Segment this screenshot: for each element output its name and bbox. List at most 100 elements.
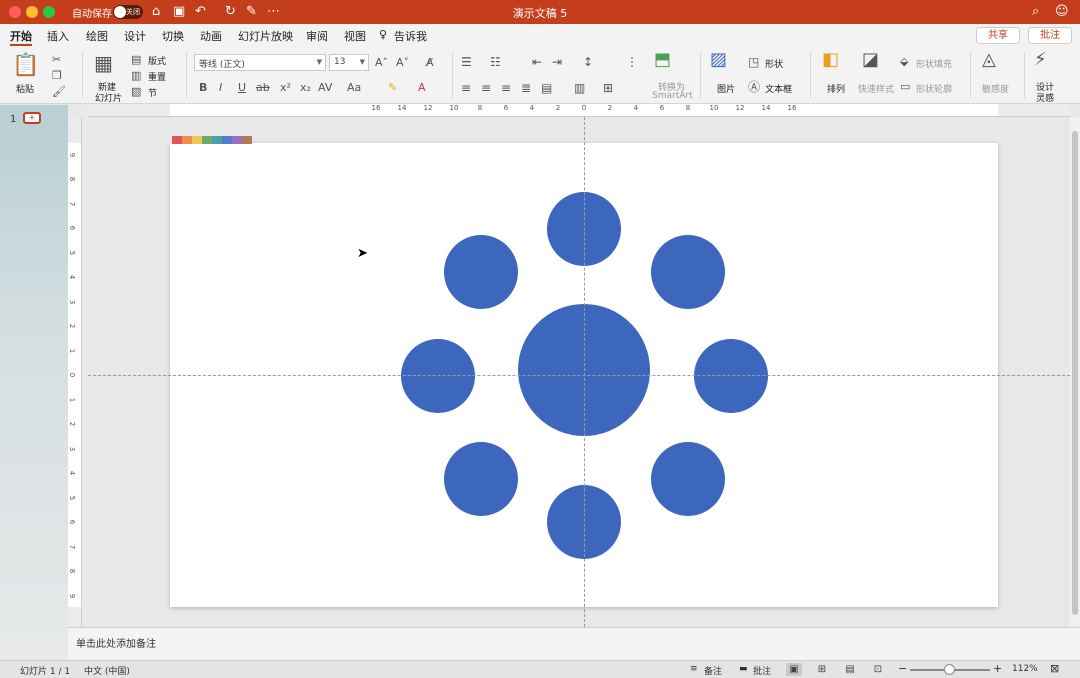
notes-icon[interactable]: ≡: [690, 664, 698, 674]
arrange-label[interactable]: 排列: [827, 82, 845, 95]
close-window-button[interactable]: [9, 6, 21, 18]
picture-label[interactable]: 图片: [717, 82, 735, 95]
textbox-icon[interactable]: Ⓐ: [748, 79, 760, 95]
strikethrough-icon[interactable]: ab: [256, 80, 270, 96]
align-right-icon[interactable]: ≡: [501, 80, 511, 96]
tab-slideshow[interactable]: 幻灯片放映: [238, 28, 293, 44]
sensitivity-icon[interactable]: ◬: [982, 51, 996, 69]
tab-tell-me[interactable]: 告诉我: [394, 28, 427, 44]
new-slide-label-2[interactable]: 幻灯片: [95, 91, 122, 104]
picture-icon[interactable]: ▨: [710, 51, 727, 69]
designer-icon[interactable]: ⚡: [1034, 51, 1047, 69]
share-button[interactable]: 共享: [976, 27, 1020, 44]
line-spacing-icon[interactable]: ↕: [583, 54, 593, 70]
bullets-icon[interactable]: ☰: [461, 54, 472, 70]
shape-label[interactable]: 形状: [765, 57, 783, 70]
layout-label[interactable]: 版式: [148, 54, 166, 67]
paste-label[interactable]: 粘贴: [16, 82, 34, 95]
tab-view[interactable]: 视图: [344, 28, 366, 44]
outline-icon[interactable]: ▭: [900, 79, 910, 95]
smartart-icon[interactable]: ⬒: [654, 51, 671, 69]
bold-icon[interactable]: B: [199, 80, 207, 96]
zoom-level[interactable]: 112%: [1012, 664, 1038, 674]
font-size-select[interactable]: 13 ▼: [329, 54, 369, 71]
text-direction-icon[interactable]: ⊞: [603, 80, 613, 96]
reset-icon[interactable]: ▥: [131, 68, 141, 84]
tab-review[interactable]: 审阅: [306, 28, 328, 44]
outer-circle-top-left[interactable]: [444, 235, 518, 309]
quick-styles-icon[interactable]: ◪: [862, 51, 879, 69]
layout-icon[interactable]: ▤: [131, 52, 141, 68]
copy-icon[interactable]: ❐: [52, 68, 62, 84]
tab-home[interactable]: 开始: [10, 28, 32, 44]
vertical-scrollbar[interactable]: [1070, 117, 1080, 627]
tab-insert[interactable]: 插入: [47, 28, 69, 44]
shape-icon[interactable]: ◳: [748, 54, 759, 70]
outer-circle-top-right[interactable]: [651, 235, 725, 309]
fit-slide-icon[interactable]: ⊠: [1050, 662, 1059, 675]
undo-icon[interactable]: ↶: [195, 3, 206, 21]
numbering-icon[interactable]: ☷: [490, 54, 501, 70]
font-color-icon[interactable]: A: [418, 80, 426, 96]
align-center-icon[interactable]: ≡: [481, 80, 491, 96]
normal-view-button[interactable]: ▣: [786, 663, 802, 676]
comments-toggle[interactable]: 批注: [753, 664, 771, 677]
tab-transitions[interactable]: 切换: [162, 28, 184, 44]
paint-bucket-icon[interactable]: ⬙: [900, 54, 908, 70]
language[interactable]: 中文 (中国): [84, 664, 130, 677]
section-icon[interactable]: ▧: [131, 84, 141, 100]
outer-circle-bottom-right[interactable]: [651, 442, 725, 516]
paste-icon[interactable]: 📋: [12, 54, 39, 78]
tab-animations[interactable]: 动画: [200, 28, 222, 44]
shape-fill-label[interactable]: 形状填充: [916, 57, 952, 70]
zoom-slider-knob[interactable]: [944, 664, 955, 675]
decrease-indent-icon[interactable]: ⇤: [532, 54, 542, 70]
convert-smartart-label-2[interactable]: SmartArt: [652, 91, 693, 101]
underline-icon[interactable]: U: [238, 80, 246, 96]
align-text-icon[interactable]: ⋮: [626, 54, 638, 70]
slideshow-button[interactable]: ⊡: [870, 663, 886, 676]
search-icon[interactable]: ⌕: [1032, 3, 1039, 21]
reset-label[interactable]: 重置: [148, 70, 166, 83]
more-icon[interactable]: ⋯: [267, 3, 280, 21]
highlight-icon[interactable]: ✎: [388, 80, 397, 96]
reading-view-button[interactable]: ▤: [842, 663, 858, 676]
columns-icon[interactable]: ▥: [574, 80, 585, 96]
outer-circle-bottom-left[interactable]: [444, 442, 518, 516]
zoom-in-icon[interactable]: +: [993, 662, 1002, 675]
outer-circle-left[interactable]: [401, 339, 475, 413]
subscript-icon[interactable]: x₂: [300, 80, 311, 96]
maximize-window-button[interactable]: [43, 6, 55, 18]
cut-icon[interactable]: ✂: [52, 52, 61, 68]
save-icon[interactable]: ▣: [173, 3, 185, 21]
comments-button[interactable]: 批注: [1028, 27, 1072, 44]
autosave-toggle[interactable]: 关闭: [113, 5, 143, 19]
minimize-window-button[interactable]: [26, 6, 38, 18]
comment-icon[interactable]: ▬: [739, 664, 748, 674]
italic-icon[interactable]: I: [219, 80, 222, 96]
align-left-icon[interactable]: ≡: [461, 80, 471, 96]
sensitivity-label[interactable]: 敏感度: [982, 82, 1009, 95]
notes-toggle[interactable]: 备注: [704, 664, 722, 677]
distributed-icon[interactable]: ▤: [541, 80, 552, 96]
vertical-guide[interactable]: [584, 117, 585, 627]
slide-sorter-button[interactable]: ⊞: [814, 663, 830, 676]
tab-draw[interactable]: 绘图: [86, 28, 108, 44]
tab-design[interactable]: 设计: [124, 28, 146, 44]
designer-label-2[interactable]: 灵感: [1036, 91, 1054, 104]
change-case-icon[interactable]: Aa: [347, 80, 361, 96]
decrease-font-icon[interactable]: A˅: [396, 55, 409, 71]
textbox-label[interactable]: 文本框: [765, 82, 792, 95]
character-spacing-icon[interactable]: AV: [318, 80, 332, 96]
outer-circle-right[interactable]: [694, 339, 768, 413]
section-label[interactable]: 节: [148, 86, 157, 99]
format-painter-icon[interactable]: 🖌: [52, 84, 66, 100]
home-icon[interactable]: ⌂: [152, 3, 160, 21]
account-icon[interactable]: ☺: [1055, 3, 1069, 21]
increase-indent-icon[interactable]: ⇥: [552, 54, 562, 70]
horizontal-guide[interactable]: [88, 375, 1070, 376]
arrange-icon[interactable]: ◧: [822, 51, 839, 69]
shape-outline-label[interactable]: 形状轮廓: [916, 82, 952, 95]
quick-styles-label[interactable]: 快速样式: [858, 82, 894, 95]
superscript-icon[interactable]: x²: [280, 80, 291, 96]
